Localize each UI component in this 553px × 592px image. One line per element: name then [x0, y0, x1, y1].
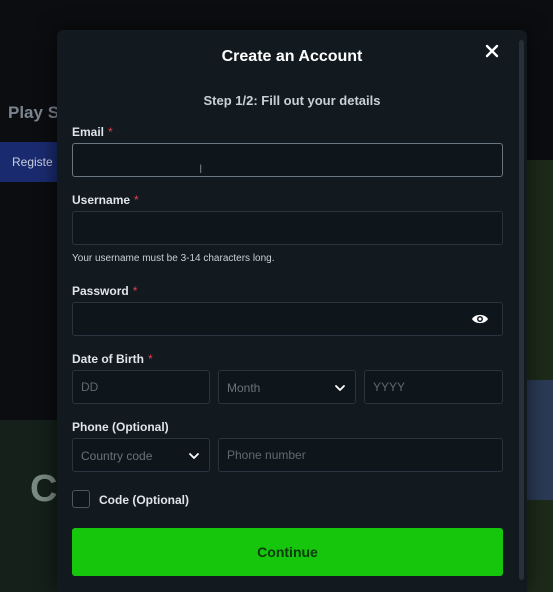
create-account-modal: Create an Account Step 1/2: Fill out you… [57, 30, 527, 592]
password-field-wrapper [72, 302, 503, 336]
email-field[interactable] [73, 144, 502, 176]
phone-label: Phone (Optional) [72, 420, 169, 434]
dob-label-text: Date of Birth [72, 352, 144, 366]
required-asterisk: * [134, 193, 139, 207]
modal-scrollbar[interactable] [519, 40, 524, 580]
password-label-text: Password [72, 284, 129, 298]
username-hint: Your username must be 3-14 characters lo… [72, 253, 275, 264]
required-asterisk: * [148, 352, 153, 366]
required-asterisk: * [132, 284, 138, 298]
email-field-wrapper: I [72, 143, 503, 177]
background-tab-label: Registe [12, 155, 53, 169]
dob-day-field[interactable] [73, 371, 209, 403]
username-field[interactable] [73, 212, 502, 244]
email-label: Email * [72, 125, 113, 139]
password-label: Password * [72, 284, 137, 298]
background-title: Play S [8, 103, 60, 122]
dob-month-value: Month [227, 381, 261, 395]
chevron-down-icon [335, 385, 345, 391]
modal-title: Create an Account [221, 48, 363, 65]
required-asterisk: * [108, 125, 113, 139]
background-art-2 [523, 380, 553, 500]
country-code-select[interactable]: Country code [72, 438, 210, 472]
continue-button[interactable]: Continue [72, 528, 503, 576]
email-label-text: Email [72, 125, 105, 139]
step-indicator: Step 1/2: Fill out your details [203, 93, 381, 108]
dob-day-wrapper [72, 370, 210, 404]
country-code-value: Country code [81, 449, 153, 463]
dob-year-wrapper [364, 370, 503, 404]
phone-label-text: Phone (Optional) [72, 420, 169, 434]
eye-icon[interactable] [471, 312, 489, 326]
code-checkbox[interactable] [72, 490, 90, 508]
dob-month-select[interactable]: Month [218, 370, 356, 404]
password-field[interactable] [73, 303, 502, 335]
chevron-down-icon [189, 453, 199, 459]
dob-label: Date of Birth * [72, 352, 153, 366]
phone-number-field[interactable] [219, 439, 502, 471]
username-label-text: Username [72, 193, 131, 207]
text-cursor-icon: I [199, 162, 203, 176]
dob-year-field[interactable] [365, 371, 502, 403]
code-checkbox-label: Code (Optional) [99, 493, 189, 507]
background-big-letter: C [30, 468, 58, 510]
username-field-wrapper [72, 211, 503, 245]
username-label: Username * [72, 193, 139, 207]
phone-number-wrapper [218, 438, 503, 472]
